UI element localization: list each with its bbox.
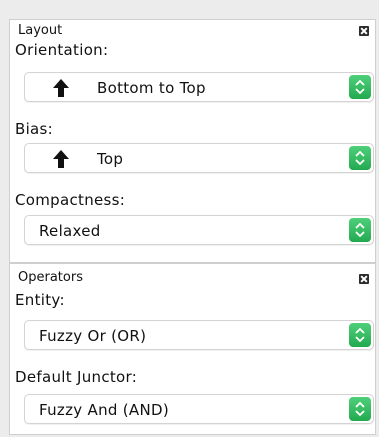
- chevron-up-down-icon: [355, 222, 365, 238]
- default-junctor-value: Fuzzy And (AND): [39, 401, 170, 419]
- compactness-stepper[interactable]: [349, 218, 371, 242]
- operators-panel: Operators Entity: Fuzzy Or (OR) Default …: [9, 263, 376, 435]
- arrow-up-icon: [53, 150, 69, 168]
- entity-value: Fuzzy Or (OR): [39, 327, 147, 345]
- default-junctor-select[interactable]: Fuzzy And (AND): [24, 394, 374, 424]
- orientation-label: Orientation:: [15, 41, 109, 59]
- chevron-up-down-icon: [355, 150, 365, 166]
- layout-panel: Layout Orientation: Bottom to Top Bias: …: [9, 19, 376, 263]
- operators-panel-header: Operators: [10, 264, 375, 286]
- chevron-up-down-icon: [355, 327, 365, 343]
- entity-select[interactable]: Fuzzy Or (OR): [24, 320, 374, 350]
- window-grip-mark: ˘: [187, 0, 191, 7]
- default-junctor-label: Default Junctor:: [15, 368, 138, 386]
- compactness-value: Relaxed: [39, 222, 101, 240]
- bias-stepper[interactable]: [349, 146, 371, 170]
- bias-label: Bias:: [15, 120, 54, 138]
- bias-select[interactable]: Top: [24, 143, 374, 173]
- layout-panel-header: Layout: [10, 20, 375, 42]
- arrow-up-icon: [53, 79, 69, 97]
- bias-value: Top: [97, 150, 124, 168]
- orientation-stepper[interactable]: [349, 75, 371, 99]
- chevron-up-down-icon: [355, 401, 365, 417]
- layout-panel-close-button[interactable]: [359, 26, 369, 36]
- operators-panel-close-button[interactable]: [359, 274, 369, 284]
- compactness-label: Compactness:: [15, 191, 126, 209]
- default-junctor-stepper[interactable]: [349, 397, 371, 421]
- entity-label: Entity:: [15, 291, 65, 309]
- compactness-select[interactable]: Relaxed: [24, 215, 374, 245]
- layout-panel-title: Layout: [18, 23, 63, 38]
- orientation-select[interactable]: Bottom to Top: [24, 72, 374, 102]
- orientation-value: Bottom to Top: [97, 79, 206, 97]
- chevron-up-down-icon: [355, 79, 365, 95]
- operators-panel-title: Operators: [18, 270, 83, 285]
- entity-stepper[interactable]: [349, 323, 371, 347]
